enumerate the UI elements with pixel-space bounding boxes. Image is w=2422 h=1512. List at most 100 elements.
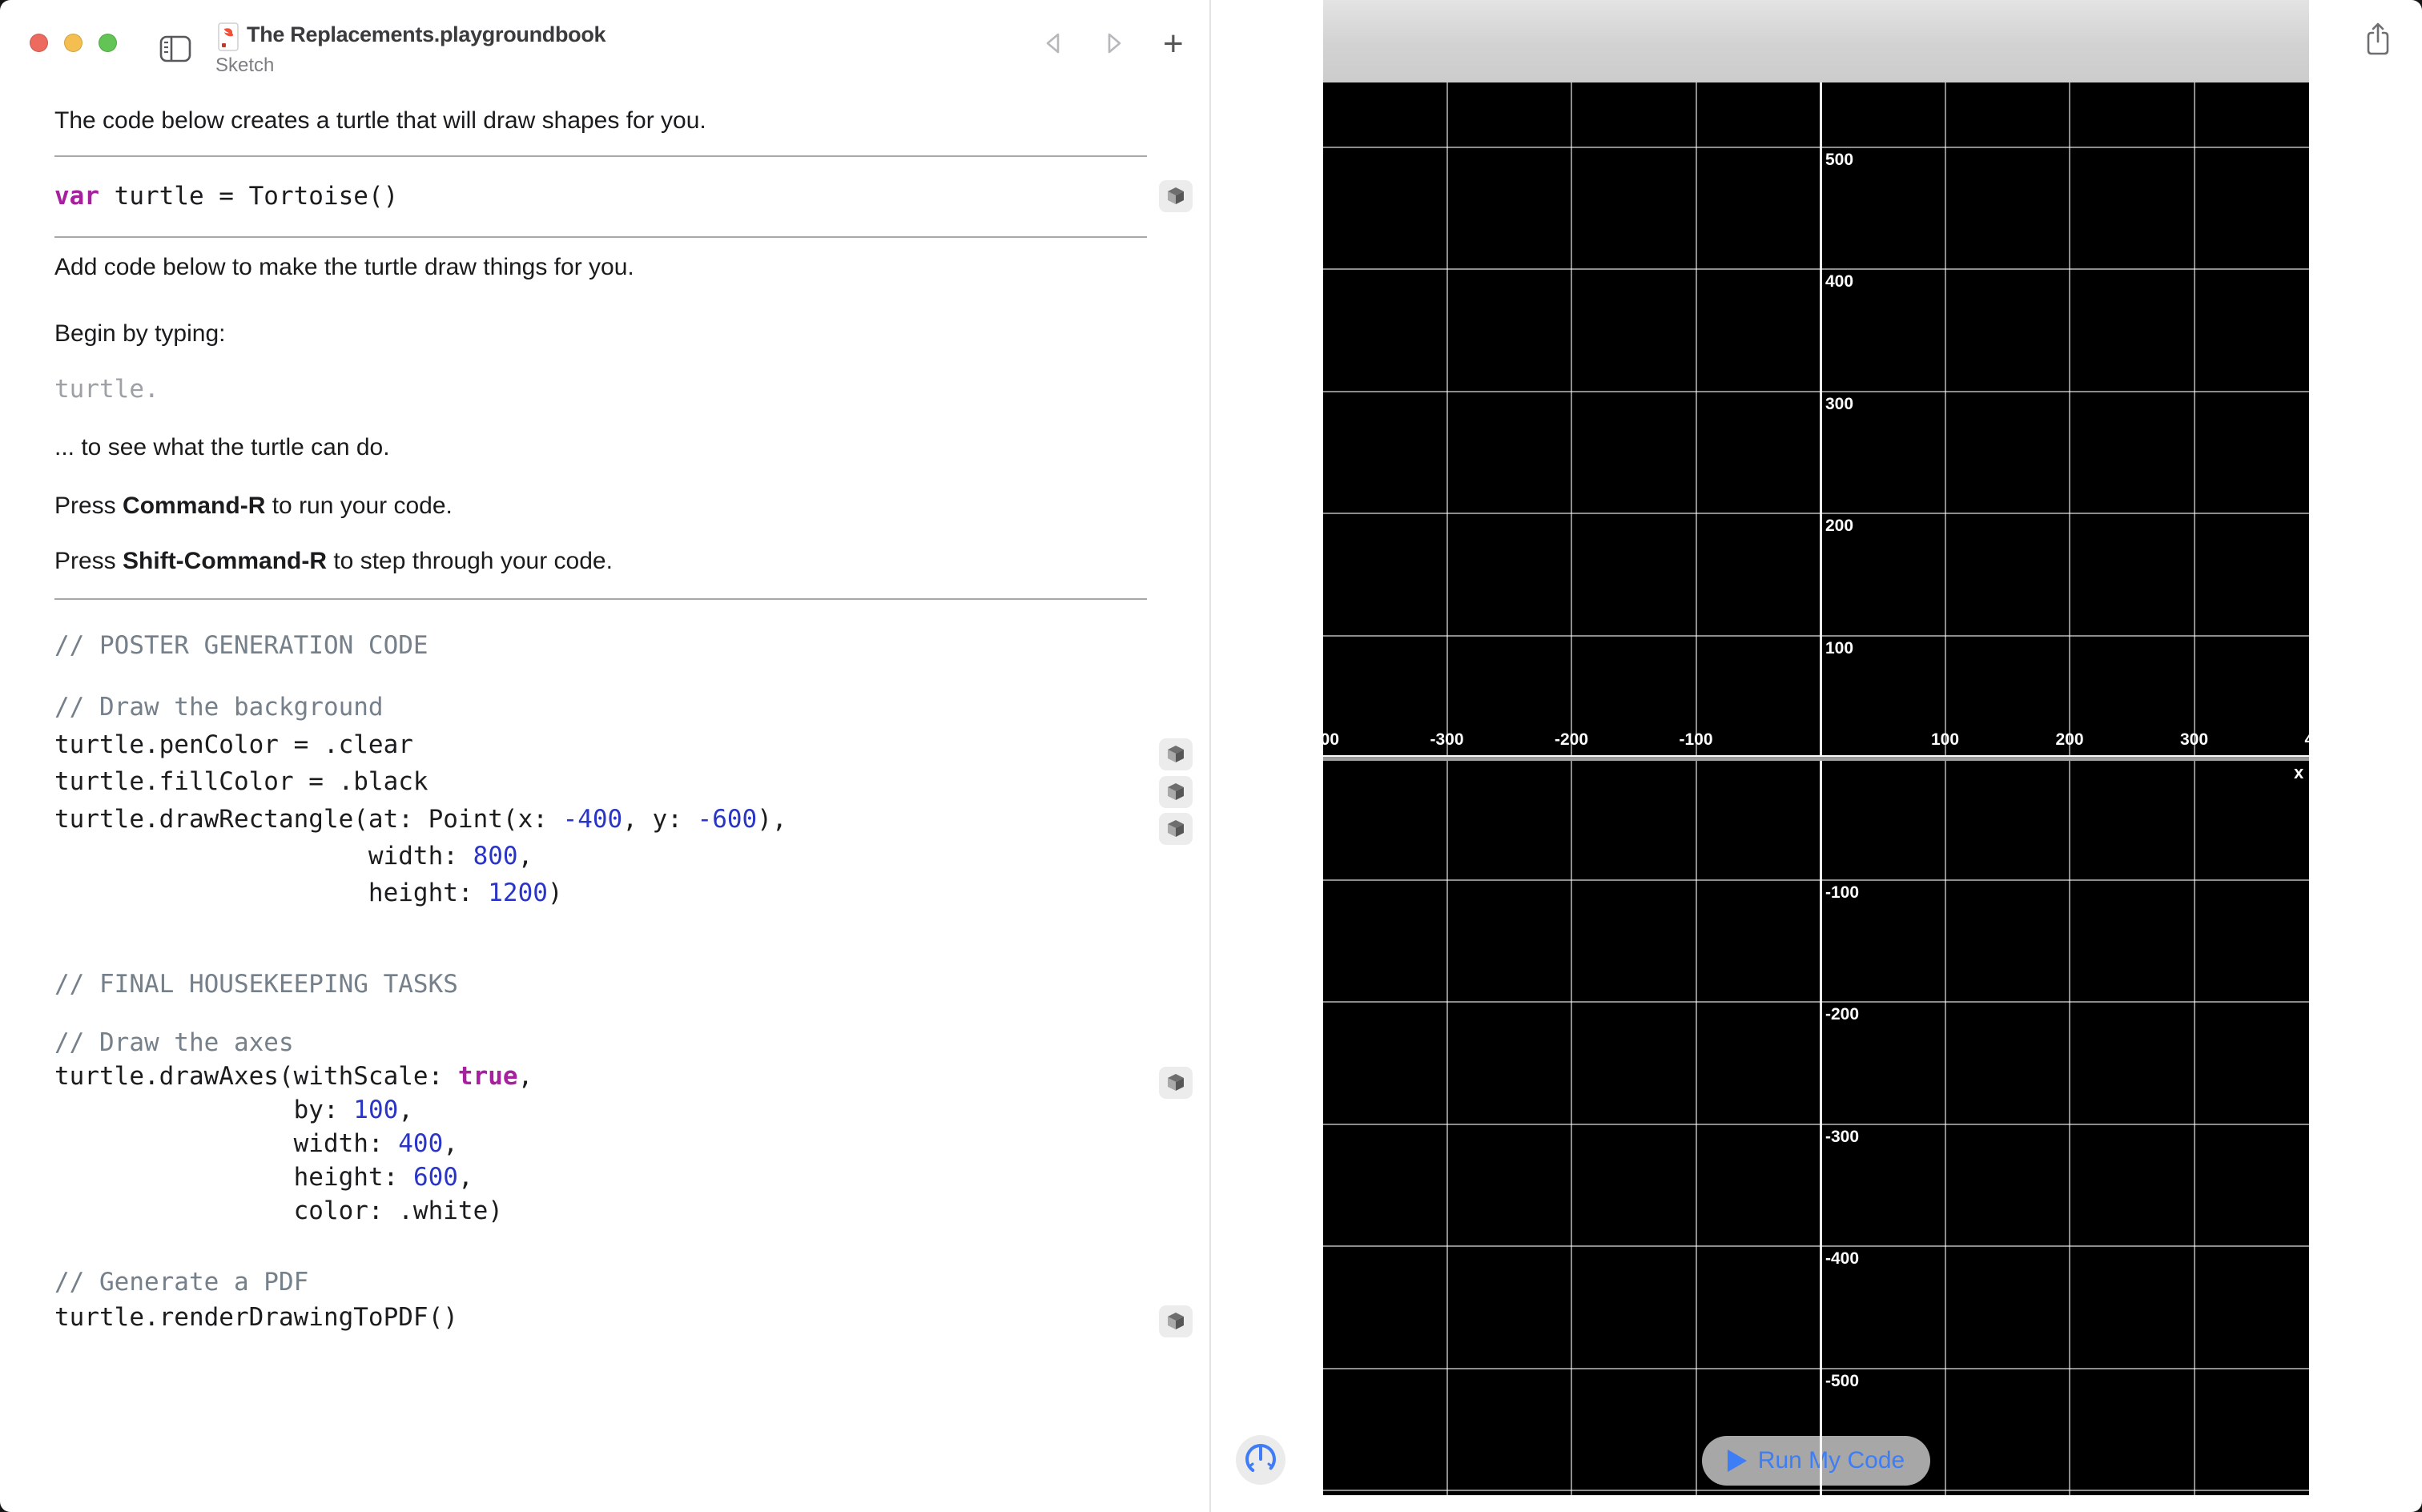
cube-icon: [1164, 742, 1188, 767]
code-line: var turtle = Tortoise(): [54, 179, 398, 213]
x-tick-label: 200: [2055, 730, 2083, 750]
x-tick-label: -200: [1555, 730, 1588, 750]
x-axis-letter: x: [2294, 762, 2303, 783]
minimize-button[interactable]: [64, 34, 82, 52]
cube-icon: [1164, 184, 1188, 209]
chevron-left-icon: [1041, 46, 1064, 58]
drawing-canvas: x Run My Code -400 -300 -200 -100 100 200 300 4…: [1323, 82, 2309, 1495]
paragraph-add-code: Add code below to make the turtle draw t…: [54, 252, 634, 282]
x-tick-label: 100: [1931, 730, 1959, 750]
code-line: turtle.drawAxes(withScale: true,: [54, 1060, 533, 1093]
horizontal-gridline: [1323, 1245, 2309, 1247]
code-line: // FINAL HOUSEKEEPING TASKS: [54, 967, 533, 1001]
y-tick-label: 300: [1825, 395, 1853, 414]
horizontal-gridline: [1323, 147, 2309, 148]
vertical-gridline: [2069, 82, 2070, 1495]
copy-snippet-button[interactable]: [1159, 776, 1193, 808]
code-line: // Draw the axes: [54, 1026, 533, 1060]
cube-icon: [1164, 780, 1188, 805]
pane-divider[interactable]: [1209, 0, 1211, 1512]
sidebar-icon: [159, 53, 191, 65]
x-tick-label: 400: [2304, 730, 2309, 750]
copy-snippet-button[interactable]: [1159, 180, 1193, 212]
x-tick-label: -300: [1430, 730, 1463, 750]
run-button-label: Run My Code: [1758, 1447, 1905, 1474]
code-line: [54, 1001, 533, 1026]
code-line: turtle.fillColor = .black: [54, 763, 787, 800]
divider-line: [54, 155, 1147, 157]
y-tick-label: -600: [1825, 1494, 1859, 1495]
divider-line: [54, 236, 1147, 238]
close-button[interactable]: [30, 34, 48, 52]
y-tick-label: -500: [1825, 1372, 1859, 1391]
copy-snippet-button[interactable]: [1159, 813, 1193, 845]
horizontal-gridline: [1323, 268, 2309, 270]
cube-icon: [1164, 1071, 1188, 1096]
forward-button[interactable]: [1104, 30, 1126, 58]
y-tick-label: 400: [1825, 272, 1853, 292]
horizontal-gridline: [1323, 1490, 2309, 1491]
code-housekeeping[interactable]: // FINAL HOUSEKEEPING TASKS // Draw the a…: [54, 967, 533, 1228]
vertical-gridline: [1571, 82, 1572, 1495]
chevron-right-icon: [1104, 46, 1126, 58]
document-icon: [218, 22, 239, 55]
code-poster-generation[interactable]: // POSTER GENERATION CODE// Draw the bac…: [54, 627, 787, 912]
copy-snippet-button[interactable]: [1159, 738, 1193, 770]
shortcut-shift-command-r: Shift-Command-R: [123, 548, 327, 574]
y-tick-label: -300: [1825, 1128, 1859, 1147]
code-declaration[interactable]: var turtle = Tortoise(): [54, 179, 398, 213]
vertical-gridline: [1696, 82, 1697, 1495]
code-line: turtle.drawRectangle(at: Point(x: -400, …: [54, 801, 787, 838]
paragraph-run-shortcut: Press Command-R to run your code.: [54, 491, 453, 521]
divider-line: [54, 598, 1147, 600]
y-tick-label: 200: [1825, 517, 1853, 536]
code-line: width: 400,: [54, 1127, 533, 1160]
code-line: color: .white): [54, 1194, 533, 1228]
y-tick-label: -200: [1825, 1005, 1859, 1024]
zoom-button[interactable]: [99, 34, 117, 52]
code-generate-pdf[interactable]: // Generate a PDFturtle.renderDrawingToP…: [54, 1265, 458, 1335]
y-tick-label: -400: [1825, 1249, 1859, 1269]
y-tick-label: -100: [1825, 883, 1859, 903]
copy-snippet-button[interactable]: [1159, 1067, 1193, 1099]
window-subtitle: Sketch: [215, 54, 274, 77]
copy-snippet-button[interactable]: [1159, 1305, 1193, 1337]
code-line: // POSTER GENERATION CODE: [54, 627, 787, 664]
x-tick-label: -100: [1679, 730, 1712, 750]
back-button[interactable]: [1041, 30, 1064, 58]
vertical-gridline: [1446, 82, 1448, 1495]
play-icon: [1728, 1450, 1747, 1472]
code-line: turtle.penColor = .clear: [54, 726, 787, 763]
code-line: // Generate a PDF: [54, 1265, 458, 1300]
horizontal-gridline: [1323, 1124, 2309, 1125]
window-title: The Replacements.playgroundbook: [247, 22, 606, 47]
typing-hint[interactable]: turtle.: [54, 375, 159, 404]
horizontal-gridline: [1323, 1368, 2309, 1369]
horizontal-gridline: [1323, 391, 2309, 392]
code-line: height: 600,: [54, 1160, 533, 1194]
sidebar-toggle-button[interactable]: [159, 35, 191, 65]
new-page-button[interactable]: +: [1163, 24, 1184, 64]
code-line: height: 1200): [54, 875, 787, 911]
share-button[interactable]: [2363, 21, 2393, 60]
y-tick-label: 500: [1825, 151, 1853, 170]
execution-speed-button[interactable]: [1236, 1435, 1285, 1485]
vertical-gridline: [1945, 82, 1946, 1495]
code-line: turtle.renderDrawingToPDF(): [54, 1300, 458, 1335]
y-tick-label: 100: [1825, 639, 1853, 658]
share-icon: [2363, 48, 2393, 60]
run-my-code-button[interactable]: Run My Code: [1702, 1436, 1930, 1486]
x-tick-label: 300: [2180, 730, 2208, 750]
titlebar-translucency-scrim: [1323, 0, 2309, 82]
horizontal-gridline: [1323, 1001, 2309, 1003]
code-line: [54, 664, 787, 689]
x-tick-label: -400: [1323, 730, 1339, 750]
horizontal-gridline: [1323, 635, 2309, 637]
code-line: width: 800,: [54, 838, 787, 875]
code-line: by: 100,: [54, 1093, 533, 1127]
paragraph-begin-typing: Begin by typing:: [54, 319, 225, 348]
paragraph-step-shortcut: Press Shift-Command-R to step through yo…: [54, 546, 613, 576]
x-axis-line: [1323, 755, 2309, 761]
cube-icon: [1164, 1309, 1188, 1334]
paragraph-see-turtle: ... to see what the turtle can do.: [54, 432, 390, 462]
